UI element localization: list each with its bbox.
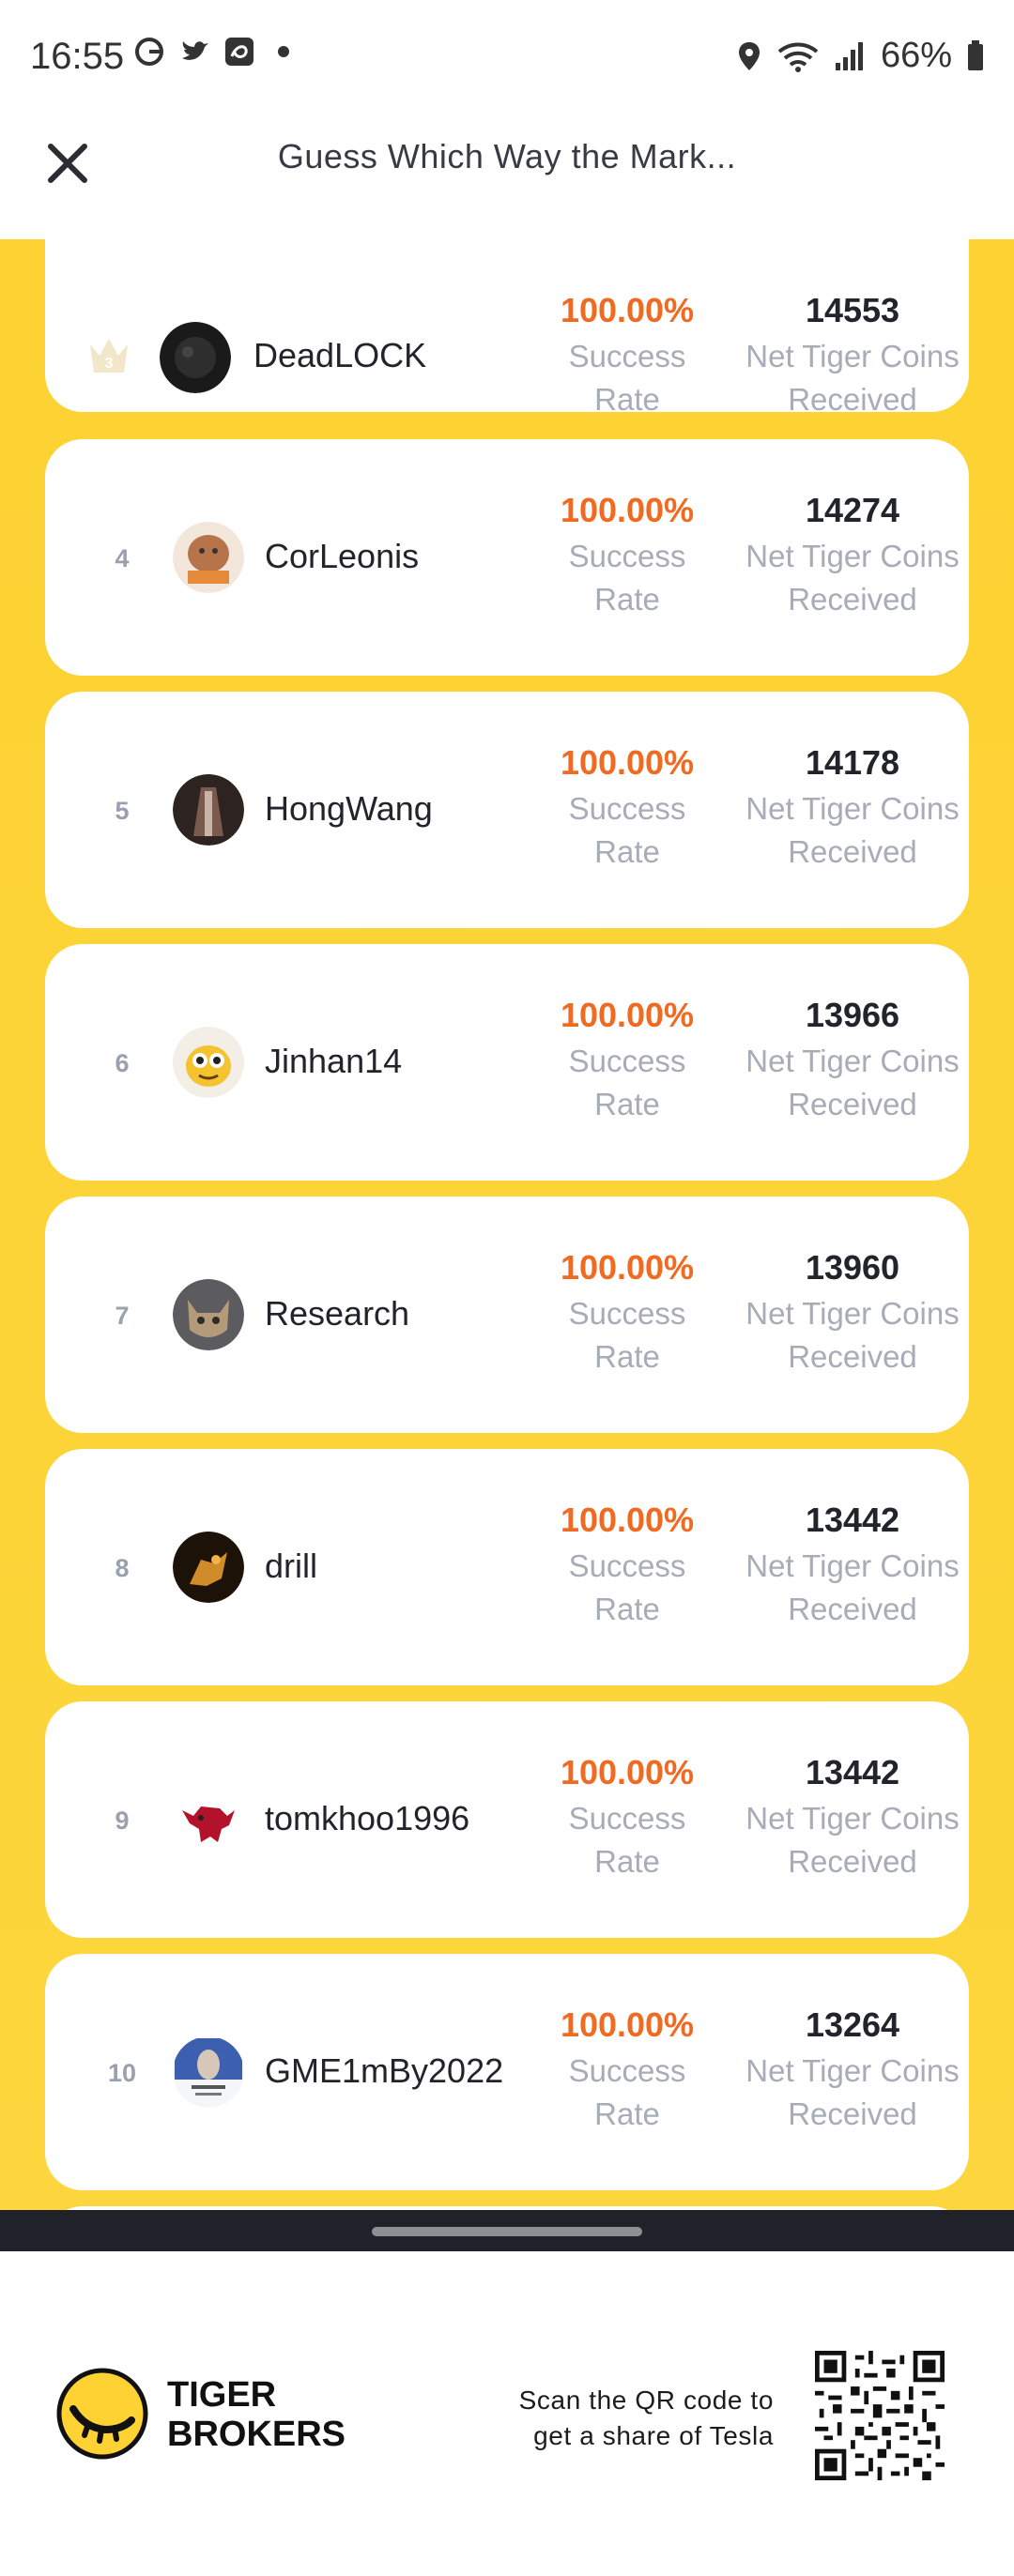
- net-coins-label: Net Tiger Coins Received: [745, 791, 960, 869]
- net-coins-value: 13442: [805, 1753, 900, 1791]
- net-coins-label: Net Tiger Coins Received: [745, 339, 960, 417]
- username[interactable]: HongWang: [265, 789, 433, 829]
- avatar[interactable]: [173, 774, 244, 846]
- avatar[interactable]: [173, 1027, 244, 1098]
- battery-percent: 66%: [880, 36, 952, 75]
- header: Guess Which Way the Mark...: [0, 113, 1014, 239]
- qr-code[interactable]: [815, 2351, 945, 2480]
- status-bar: 16:55 66%: [0, 0, 1014, 113]
- avatar[interactable]: [173, 1532, 244, 1603]
- username[interactable]: tomkhoo1996: [265, 1799, 469, 1838]
- close-icon[interactable]: [38, 133, 98, 193]
- crown-icon: 3: [90, 339, 128, 373]
- avatar[interactable]: [173, 1784, 244, 1855]
- leaderboard-row[interactable]: 5 HongWang 100.00% Success Rate 14178 Net…: [45, 692, 969, 928]
- username[interactable]: Jinhan14: [265, 1042, 402, 1081]
- net-coins-value: 14274: [805, 491, 900, 529]
- net-coins-value: 13264: [805, 2005, 900, 2044]
- rank-number: 3: [105, 356, 114, 372]
- avatar[interactable]: [160, 322, 231, 393]
- net-coins-label: Net Tiger Coins Received: [745, 539, 960, 617]
- net-coins-label: Net Tiger Coins Received: [745, 2053, 960, 2131]
- leaderboard-row[interactable]: 3 DeadLOCK 100.00% Success Rate 14553 Net…: [45, 239, 969, 417]
- avatar[interactable]: [173, 522, 244, 593]
- leaderboard-row[interactable]: 7 Research 100.00% Success Rate 13960 Net…: [45, 1197, 969, 1433]
- rank-number: 4: [115, 544, 130, 572]
- rank-number: 7: [115, 1302, 130, 1330]
- username[interactable]: Research: [265, 1294, 409, 1334]
- leaderboard-row[interactable]: 4 CorLeonis 100.00% Success Rate 14274 Ne…: [45, 439, 969, 676]
- net-coins-value: 13960: [805, 1248, 900, 1287]
- battery-icon: [968, 39, 983, 70]
- net-coins-value: 13966: [805, 996, 900, 1034]
- username[interactable]: drill: [265, 1547, 317, 1586]
- rank-number: 10: [107, 2059, 137, 2087]
- net-coins-label: Net Tiger Coins Received: [745, 1044, 960, 1121]
- leaderboard-row[interactable]: 8 drill 100.00% Success Rate 13442 Net Ti…: [45, 1449, 969, 1685]
- leaderboard-row[interactable]: 9 tomkhoo1996 100.00% Success Rate 13442 …: [45, 1701, 969, 1938]
- username[interactable]: GME1mBy2022: [265, 2051, 503, 2091]
- tiger-logo-icon: [56, 2368, 148, 2460]
- disney-plus-icon: [225, 38, 254, 66]
- status-time: 16:55: [30, 36, 125, 77]
- signal-icon: [835, 41, 863, 70]
- google-icon: [135, 38, 163, 66]
- leaderboard-row[interactable]: 6 Jinhan14 100.00% Success Rate 13966 Net…: [45, 944, 969, 1181]
- username[interactable]: CorLeonis: [265, 537, 419, 576]
- twitter-icon: [182, 41, 208, 60]
- net-coins-label: Net Tiger Coins Received: [745, 1296, 960, 1374]
- leaderboard-list[interactable]: 3 DeadLOCK 100.00% Success Rate 14553 Net…: [0, 239, 1014, 2210]
- username[interactable]: DeadLOCK: [254, 336, 426, 375]
- net-coins-label: Net Tiger Coins Received: [745, 1548, 960, 1626]
- net-coins-value: 14553: [805, 291, 900, 329]
- avatar[interactable]: [173, 2036, 244, 2108]
- home-handle[interactable]: [372, 2227, 642, 2236]
- scan-instructions: Scan the QR code to get a share of Tesla: [518, 2385, 774, 2450]
- net-coins-label: Net Tiger Coins Received: [745, 1801, 960, 1879]
- notification-dot-icon: [278, 46, 289, 57]
- wifi-icon: [777, 42, 819, 72]
- net-coins-value: 13442: [805, 1501, 900, 1539]
- net-coins-value: 14178: [805, 743, 900, 782]
- location-icon: [738, 41, 760, 70]
- rank-number: 9: [115, 1806, 130, 1835]
- brand-name: TIGER BROKERS: [167, 2375, 346, 2454]
- avatar[interactable]: [173, 1279, 244, 1350]
- footer-banner: TIGER BROKERS Scan the QR code to get a sh…: [0, 2251, 1014, 2576]
- rank-number: 6: [115, 1049, 130, 1077]
- page-title: Guess Which Way the Mark...: [277, 137, 737, 175]
- navigation-bar: [0, 2210, 1014, 2251]
- rank-number: 8: [115, 1554, 130, 1582]
- rank-number: 5: [115, 797, 130, 825]
- leaderboard-row[interactable]: 10 GME1mBy2022 100.00% Success Rate 13264…: [45, 1954, 969, 2190]
